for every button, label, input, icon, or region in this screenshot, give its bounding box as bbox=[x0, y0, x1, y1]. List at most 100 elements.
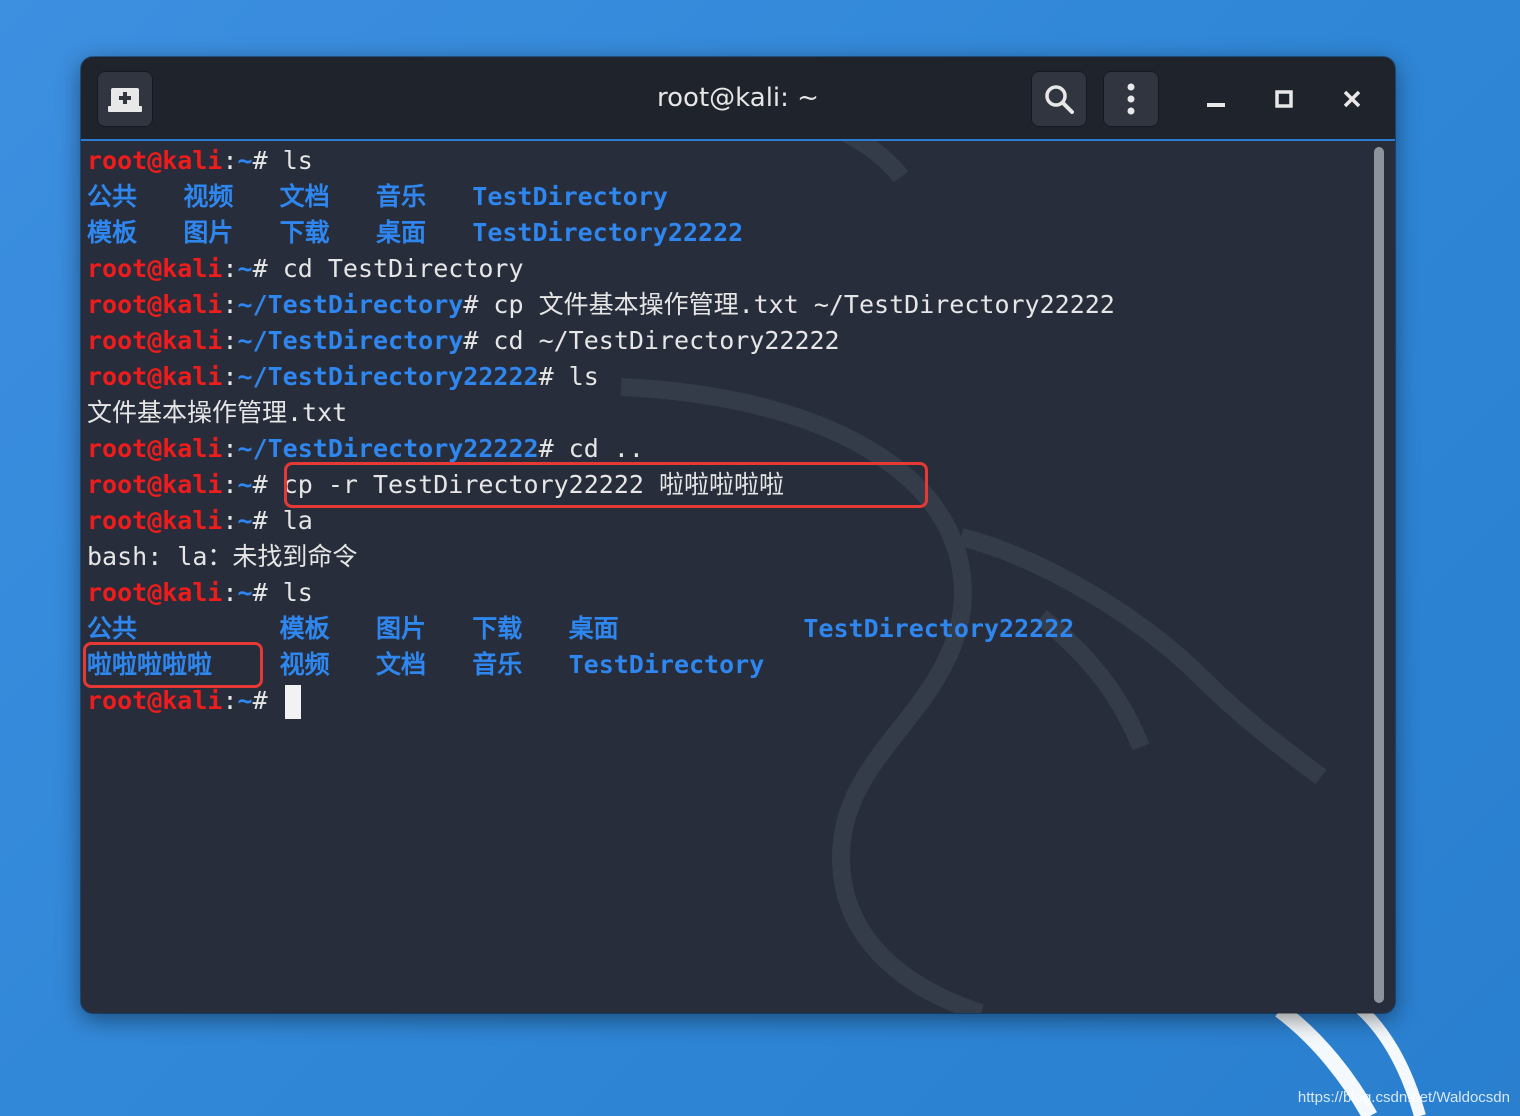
scrollbar-thumb[interactable] bbox=[1374, 147, 1384, 1003]
menu-button[interactable] bbox=[1103, 71, 1159, 127]
prompt-hash: # bbox=[252, 470, 283, 499]
kebab-menu-icon bbox=[1127, 83, 1135, 115]
directory-entry: TestDirectory22222 bbox=[472, 218, 744, 247]
prompt-path: ~ bbox=[237, 686, 253, 715]
maximize-icon bbox=[1275, 90, 1293, 108]
output-text: bash: la：未找到命令 bbox=[87, 542, 358, 571]
command-text: ls bbox=[282, 146, 313, 175]
prompt-colon: : bbox=[222, 362, 238, 391]
directory-entry: TestDirectory22222 bbox=[803, 614, 1075, 643]
new-tab-button[interactable] bbox=[97, 71, 153, 127]
minimize-icon bbox=[1207, 103, 1225, 107]
prompt-line: root@kali:~/TestDirectory# cp 文件基本操作管理.t… bbox=[87, 287, 1367, 323]
prompt-user: root@kali bbox=[87, 578, 223, 607]
watermark-url: https://blog.csdn.net/Waldocsdn bbox=[1297, 1089, 1510, 1106]
prompt-user: root@kali bbox=[87, 290, 223, 319]
titlebar: root@kali: ~ bbox=[81, 57, 1395, 141]
prompt-hash: # bbox=[252, 506, 283, 535]
prompt-colon: : bbox=[222, 470, 238, 499]
prompt-colon: : bbox=[222, 290, 238, 319]
output-line: 啦啦啦啦啦 视频 文档 音乐 TestDirectory bbox=[83, 642, 1367, 688]
prompt-line: root@kali:~# ls bbox=[87, 143, 1367, 179]
prompt-path: ~/TestDirectory22222 bbox=[237, 434, 539, 463]
prompt-line: root@kali:~/TestDirectory22222# cd .. bbox=[87, 431, 1367, 467]
directory-entry: 模板 bbox=[279, 614, 330, 643]
output-line: 模板 图片 下载 桌面 TestDirectory22222 bbox=[87, 215, 1367, 251]
minimize-button[interactable] bbox=[1188, 71, 1244, 127]
directory-entry: 视频 bbox=[183, 182, 234, 211]
directory-entry: 音乐 bbox=[375, 182, 426, 211]
prompt-user: root@kali bbox=[87, 254, 223, 283]
directory-entry: 公共 bbox=[87, 614, 138, 643]
text-cursor bbox=[284, 685, 301, 719]
close-button[interactable] bbox=[1324, 71, 1380, 127]
prompt-colon: : bbox=[222, 146, 238, 175]
command-text: la bbox=[282, 506, 313, 535]
prompt-hash: # bbox=[252, 686, 283, 715]
prompt-path: ~/TestDirectory22222 bbox=[237, 362, 539, 391]
output-line: 文件基本操作管理.txt bbox=[87, 395, 1367, 431]
command-text: cd TestDirectory bbox=[282, 254, 524, 283]
directory-entry: 图片 bbox=[375, 614, 426, 643]
directory-entry: 啦啦啦啦啦 bbox=[87, 650, 213, 679]
prompt-colon: : bbox=[222, 578, 238, 607]
directory-entry: 公共 bbox=[87, 182, 138, 211]
prompt-hash: # bbox=[463, 326, 494, 355]
search-icon bbox=[1045, 85, 1074, 114]
output-line: 公共 模板 图片 下载 桌面 TestDirectory22222 bbox=[87, 611, 1367, 647]
prompt-hash: # bbox=[538, 362, 569, 391]
command-text: cp 文件基本操作管理.txt ~/TestDirectory22222 bbox=[493, 290, 1115, 319]
search-button[interactable] bbox=[1031, 71, 1087, 127]
directory-entry: 文档 bbox=[375, 650, 426, 679]
prompt-hash: # bbox=[252, 578, 283, 607]
prompt-line: root@kali:~/TestDirectory22222# ls bbox=[87, 359, 1367, 395]
prompt-path: ~ bbox=[237, 506, 253, 535]
prompt-colon: : bbox=[222, 686, 238, 715]
directory-entry: 模板 bbox=[87, 218, 138, 247]
directory-entry: 下载 bbox=[472, 614, 523, 643]
prompt-path: ~/TestDirectory bbox=[237, 326, 464, 355]
prompt-path: ~ bbox=[237, 578, 253, 607]
prompt-colon: : bbox=[222, 434, 238, 463]
output-line: bash: la：未找到命令 bbox=[87, 539, 1367, 575]
directory-entry: 音乐 bbox=[472, 650, 523, 679]
prompt-line: root@kali:~# cp -r TestDirectory22222 啦啦… bbox=[87, 462, 1367, 508]
directory-entry: 文档 bbox=[279, 182, 330, 211]
prompt-user: root@kali bbox=[87, 326, 223, 355]
prompt-user: root@kali bbox=[87, 506, 223, 535]
prompt-user: root@kali bbox=[87, 362, 223, 391]
prompt-colon: : bbox=[222, 326, 238, 355]
maximize-button[interactable] bbox=[1256, 71, 1312, 127]
prompt-user: root@kali bbox=[87, 146, 223, 175]
prompt-user: root@kali bbox=[87, 434, 223, 463]
prompt-hash: # bbox=[252, 254, 283, 283]
directory-entry: 图片 bbox=[183, 218, 234, 247]
prompt-user: root@kali bbox=[87, 470, 223, 499]
prompt-line: root@kali:~# la bbox=[87, 503, 1367, 539]
command-text: cd ~/TestDirectory22222 bbox=[493, 326, 840, 355]
prompt-hash: # bbox=[538, 434, 569, 463]
close-icon bbox=[1343, 90, 1361, 108]
command-text: ls bbox=[282, 578, 313, 607]
new-tab-icon bbox=[108, 88, 142, 112]
directory-entry: 下载 bbox=[279, 218, 330, 247]
prompt-path: ~ bbox=[237, 254, 253, 283]
terminal-window: root@kali: ~ root@kali:~# ls 公共 视频 文档 音乐… bbox=[81, 57, 1395, 1013]
prompt-user: root@kali bbox=[87, 686, 223, 715]
prompt-colon: : bbox=[222, 506, 238, 535]
scrollbar[interactable] bbox=[1374, 147, 1384, 1003]
prompt-colon: : bbox=[222, 254, 238, 283]
directory-entry: 视频 bbox=[279, 650, 330, 679]
command-text: ls bbox=[568, 362, 599, 391]
prompt-path: ~ bbox=[237, 470, 253, 499]
output-text: 文件基本操作管理.txt bbox=[87, 398, 348, 427]
prompt-line: root@kali:~/TestDirectory# cd ~/TestDire… bbox=[87, 323, 1367, 359]
directory-entry: 桌面 bbox=[375, 218, 426, 247]
prompt-line: root@kali:~# ls bbox=[87, 575, 1367, 611]
command-text: cd .. bbox=[568, 434, 644, 463]
prompt-path: ~/TestDirectory bbox=[237, 290, 464, 319]
directory-entry: 桌面 bbox=[568, 614, 619, 643]
prompt-path: ~ bbox=[237, 146, 253, 175]
prompt-line: root@kali:~# cd TestDirectory bbox=[87, 251, 1367, 287]
terminal-output[interactable]: root@kali:~# ls 公共 视频 文档 音乐 TestDirectory 模板 图片… bbox=[83, 143, 1367, 1003]
